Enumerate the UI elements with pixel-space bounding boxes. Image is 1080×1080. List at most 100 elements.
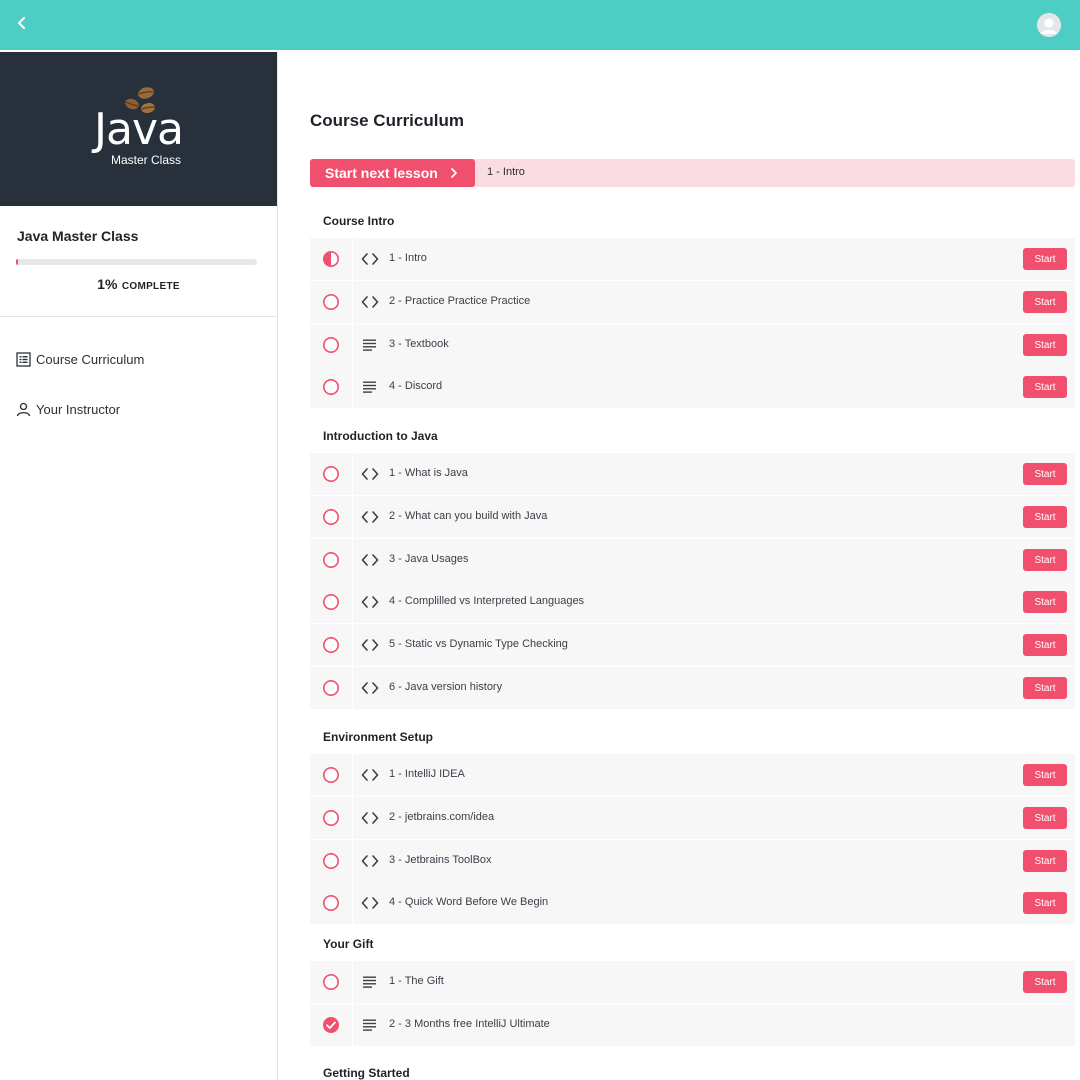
- not-started-icon[interactable]: [322, 894, 340, 912]
- lesson-row[interactable]: 3 - Java Usages Start: [310, 539, 1075, 581]
- section-title: Environment Setup: [323, 730, 434, 744]
- start-lesson-button[interactable]: Start: [1023, 506, 1067, 528]
- lesson-name: 2 - What can you build with Java: [389, 510, 548, 522]
- lesson-row[interactable]: 1 - What is Java Start: [310, 453, 1075, 495]
- text-lines-icon: [363, 976, 376, 988]
- text-lines-icon: [363, 1019, 376, 1031]
- lesson-name: 1 - IntelliJ IDEA: [389, 768, 465, 780]
- lesson-row[interactable]: 4 - Complilled vs Interpreted Languages S…: [310, 581, 1075, 623]
- lesson-name: 2 - 3 Months free IntelliJ Ultimate: [389, 1018, 550, 1030]
- row-divider: [352, 539, 353, 581]
- row-divider: [352, 624, 353, 666]
- start-lesson-button[interactable]: Start: [1023, 334, 1067, 356]
- page-title: Course Curriculum: [310, 111, 464, 130]
- start-lesson-button[interactable]: Start: [1023, 892, 1067, 914]
- not-started-icon[interactable]: [322, 766, 340, 784]
- chevron-left-icon: [18, 17, 25, 29]
- section-title: Introduction to Java: [323, 429, 438, 443]
- person-icon: [16, 402, 31, 417]
- lesson-row[interactable]: 2 - jetbrains.com/idea Start: [310, 797, 1075, 839]
- not-started-icon[interactable]: [322, 508, 340, 526]
- progress-bar-fill: [16, 259, 19, 265]
- lesson-row[interactable]: 3 - Jetbrains ToolBox Start: [310, 840, 1075, 882]
- sidebar-divider: [0, 316, 277, 317]
- top-bar: [0, 0, 1080, 50]
- code-icon: [361, 812, 379, 824]
- start-lesson-button[interactable]: Start: [1023, 463, 1067, 485]
- progress-bar: [16, 259, 257, 265]
- lesson-row[interactable]: 6 - Java version history Start: [310, 667, 1075, 709]
- lesson-row[interactable]: 2 - 3 Months free IntelliJ Ultimate: [310, 1004, 1075, 1046]
- not-started-icon[interactable]: [322, 551, 340, 569]
- next-lesson-bar: Start next lesson 1 - Intro: [310, 159, 1075, 187]
- lesson-row[interactable]: 4 - Discord Start: [310, 366, 1075, 408]
- start-lesson-button[interactable]: Start: [1023, 850, 1067, 872]
- lesson-row[interactable]: 5 - Static vs Dynamic Type Checking Start: [310, 624, 1075, 666]
- section-title: Getting Started: [323, 1066, 410, 1080]
- code-icon: [361, 511, 379, 523]
- start-lesson-button[interactable]: Start: [1023, 248, 1067, 270]
- start-lesson-button[interactable]: Start: [1023, 549, 1067, 571]
- progress-percent: 1%: [97, 276, 118, 292]
- not-started-icon[interactable]: [322, 293, 340, 311]
- lesson-name: 2 - Practice Practice Practice: [389, 295, 531, 307]
- start-lesson-button[interactable]: Start: [1023, 764, 1067, 786]
- row-divider: [352, 496, 353, 538]
- lesson-row[interactable]: 1 - The Gift Start: [310, 961, 1075, 1003]
- not-started-icon[interactable]: [322, 809, 340, 827]
- row-divider: [352, 581, 353, 623]
- logo-subtitle: Master Class: [111, 153, 182, 167]
- back-button[interactable]: [10, 11, 34, 35]
- start-lesson-button[interactable]: Start: [1023, 634, 1067, 656]
- logo-title: Java: [94, 104, 184, 155]
- lesson-name: 1 - The Gift: [389, 975, 444, 987]
- start-next-lesson-label: Start next lesson: [325, 165, 438, 181]
- lesson-row[interactable]: 4 - Quick Word Before We Begin Start: [310, 882, 1075, 924]
- lesson-row[interactable]: 1 - Intro Start: [310, 238, 1075, 280]
- lesson-name: 3 - Jetbrains ToolBox: [389, 854, 492, 866]
- row-divider: [352, 324, 353, 366]
- lesson-name: 4 - Discord: [389, 380, 443, 392]
- sidebar-item-course-curriculum[interactable]: Course Curriculum: [16, 352, 144, 367]
- start-lesson-button[interactable]: Start: [1023, 971, 1067, 993]
- not-started-icon[interactable]: [322, 679, 340, 697]
- section-title: Course Intro: [323, 214, 395, 228]
- in-progress-icon[interactable]: [322, 250, 340, 268]
- list-icon: [16, 352, 31, 367]
- lesson-row[interactable]: 2 - Practice Practice Practice Start: [310, 281, 1075, 323]
- not-started-icon[interactable]: [322, 336, 340, 354]
- start-lesson-button[interactable]: Start: [1023, 807, 1067, 829]
- text-lines-icon: [363, 339, 376, 351]
- user-avatar-icon[interactable]: [1037, 13, 1061, 37]
- not-started-icon[interactable]: [322, 973, 340, 991]
- progress-text: 1% COMPLETE: [0, 276, 277, 294]
- start-next-lesson-button[interactable]: Start next lesson: [310, 159, 475, 187]
- sidebar-item-your-instructor[interactable]: Your Instructor: [16, 402, 120, 417]
- start-lesson-button[interactable]: Start: [1023, 677, 1067, 699]
- not-started-icon[interactable]: [322, 378, 340, 396]
- not-started-icon[interactable]: [322, 636, 340, 654]
- not-started-icon[interactable]: [322, 852, 340, 870]
- lesson-name: 3 - Textbook: [389, 338, 449, 350]
- lesson-name: 1 - Intro: [389, 252, 427, 264]
- start-lesson-button[interactable]: Start: [1023, 591, 1067, 613]
- row-divider: [352, 840, 353, 882]
- lesson-name: 5 - Static vs Dynamic Type Checking: [389, 638, 568, 650]
- code-icon: [361, 296, 379, 308]
- lesson-row[interactable]: 1 - IntelliJ IDEA Start: [310, 754, 1075, 796]
- start-lesson-button[interactable]: Start: [1023, 376, 1067, 398]
- lesson-row[interactable]: 3 - Textbook Start: [310, 324, 1075, 366]
- row-divider: [352, 238, 353, 280]
- lesson-row[interactable]: 2 - What can you build with Java Start: [310, 496, 1075, 538]
- code-icon: [361, 682, 379, 694]
- row-divider: [352, 453, 353, 495]
- code-icon: [361, 639, 379, 651]
- code-icon: [361, 596, 379, 608]
- not-started-icon[interactable]: [322, 593, 340, 611]
- row-divider: [352, 754, 353, 796]
- start-lesson-button[interactable]: Start: [1023, 291, 1067, 313]
- code-icon: [361, 897, 379, 909]
- complete-check-icon[interactable]: [322, 1016, 340, 1034]
- code-icon: [361, 253, 379, 265]
- not-started-icon[interactable]: [322, 465, 340, 483]
